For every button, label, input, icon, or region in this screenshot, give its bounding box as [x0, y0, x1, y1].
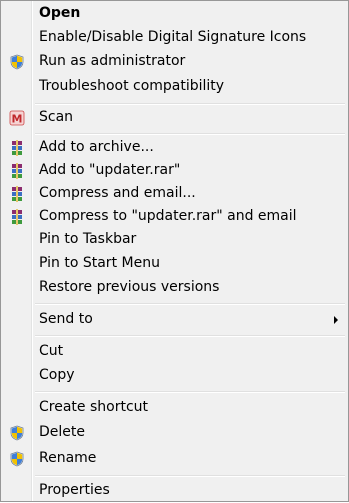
menu-item-label: Rename: [39, 450, 97, 466]
menu-item-scan[interactable]: M Scan: [3, 106, 346, 130]
menu-item-label: Restore previous versions: [39, 279, 220, 295]
menu-item-open[interactable]: Open: [3, 2, 346, 26]
uac-shield-icon: [9, 54, 25, 70]
winrar-icon: [9, 163, 25, 179]
menu-item-add-to-archive[interactable]: Add to archive...: [3, 136, 346, 160]
menu-item-troubleshoot[interactable]: Troubleshoot compatibility: [3, 75, 346, 99]
menu-separator: [35, 391, 345, 393]
menu-item-digital-signature[interactable]: Enable/Disable Digital Signature Icons: [3, 26, 346, 50]
uac-shield-icon: [9, 425, 25, 441]
menu-item-add-to-rar[interactable]: Add to "updater.rar": [3, 159, 346, 183]
menu-item-pin-start[interactable]: Pin to Start Menu: [3, 252, 346, 276]
menu-item-label: Delete: [39, 424, 85, 440]
menu-item-label: Troubleshoot compatibility: [39, 78, 225, 94]
menu-item-delete[interactable]: Delete: [3, 421, 346, 445]
malwarebytes-icon: M: [9, 110, 25, 126]
menu-item-create-shortcut[interactable]: Create shortcut: [3, 396, 346, 420]
winrar-icon: [9, 140, 25, 156]
menu-item-label: Scan: [39, 109, 74, 125]
menu-item-label: Run as administrator: [39, 53, 186, 69]
submenu-arrow-icon: [334, 316, 338, 324]
menu-item-label: Send to: [39, 311, 93, 327]
menu-item-compress-email[interactable]: Compress and email...: [3, 182, 346, 206]
menu-item-label: Add to archive...: [39, 139, 154, 155]
menu-item-label: Cut: [39, 343, 64, 359]
menu-separator: [35, 335, 345, 337]
menu-item-restore-versions[interactable]: Restore previous versions: [3, 276, 346, 300]
menu-item-copy[interactable]: Copy: [3, 364, 346, 388]
winrar-icon: [9, 209, 25, 225]
menu-item-label: Compress and email...: [39, 185, 196, 201]
menu-separator: [35, 475, 345, 477]
menu-item-label: Create shortcut: [39, 399, 149, 415]
menu-item-compress-rar-email[interactable]: Compress to "updater.rar" and email: [3, 205, 346, 229]
menu-item-label: Compress to "updater.rar" and email: [39, 208, 297, 224]
menu-item-cut[interactable]: Cut: [3, 340, 346, 364]
menu-item-run-as-admin[interactable]: Run as administrator: [3, 50, 346, 74]
menu-separator: [35, 103, 345, 105]
menu-item-send-to[interactable]: Send to: [3, 308, 346, 332]
menu-item-properties[interactable]: Properties: [3, 479, 346, 503]
uac-shield-icon: [9, 451, 25, 467]
menu-item-label: Copy: [39, 367, 75, 383]
menu-item-rename[interactable]: Rename: [3, 447, 346, 471]
menu-item-pin-taskbar[interactable]: Pin to Taskbar: [3, 228, 346, 252]
menu-item-label: Pin to Start Menu: [39, 255, 160, 271]
svg-text:M: M: [12, 113, 23, 126]
menu-item-label: Properties: [39, 482, 110, 498]
menu-item-label: Open: [39, 5, 81, 21]
winrar-icon: [9, 186, 25, 202]
menu-item-label: Enable/Disable Digital Signature Icons: [39, 29, 307, 45]
menu-item-label: Pin to Taskbar: [39, 231, 137, 247]
menu-separator: [35, 303, 345, 305]
context-menu: Open Enable/Disable Digital Signature Ic…: [0, 0, 349, 502]
menu-item-label: Add to "updater.rar": [39, 162, 181, 178]
menu-separator: [35, 133, 345, 135]
